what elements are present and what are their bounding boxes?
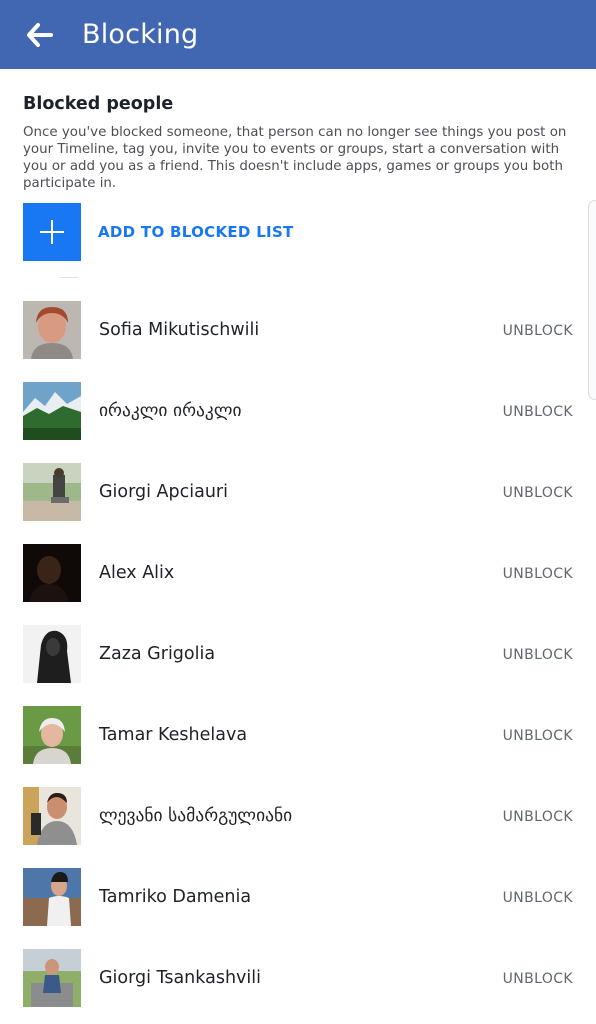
person-name: Zaza Grigolia xyxy=(99,644,216,664)
unblock-button[interactable]: UNBLOCK xyxy=(503,728,573,744)
list-item: Tamriko Damenia UNBLOCK xyxy=(0,868,596,949)
add-to-blocked-list-button[interactable]: ADD TO BLOCKED LIST xyxy=(23,203,583,261)
avatar xyxy=(23,301,81,359)
unblock-button[interactable]: UNBLOCK xyxy=(503,971,573,987)
unblock-button[interactable]: UNBLOCK xyxy=(503,404,573,420)
section-title: Blocked people xyxy=(23,94,174,114)
divider xyxy=(60,277,78,278)
app-bar: Blocking xyxy=(0,0,596,69)
avatar xyxy=(23,382,81,440)
avatar xyxy=(23,625,81,683)
avatar xyxy=(23,463,81,521)
person-name: Tamriko Damenia xyxy=(99,887,252,907)
list-item: ლევანი სამარგულიანი UNBLOCK xyxy=(0,787,596,868)
person-name: Sofia Mikutischwili xyxy=(99,320,260,340)
add-tile xyxy=(23,203,81,261)
person-name: Giorgi Apciauri xyxy=(99,482,228,502)
avatar xyxy=(23,868,81,926)
unblock-button[interactable]: UNBLOCK xyxy=(503,809,573,825)
plus-icon xyxy=(40,220,64,244)
section-description: Once you've blocked someone, that person… xyxy=(23,125,567,191)
avatar xyxy=(23,787,81,845)
person-name: Alex Alix xyxy=(99,563,175,583)
list-item: Giorgi Apciauri UNBLOCK xyxy=(0,463,596,544)
unblock-button[interactable]: UNBLOCK xyxy=(503,485,573,501)
page-title: Blocking xyxy=(82,19,199,50)
arrow-left-icon xyxy=(27,23,53,47)
list-item: ირაკლი ირაკლი UNBLOCK xyxy=(0,382,596,463)
list-item: Zaza Grigolia UNBLOCK xyxy=(0,625,596,706)
unblock-button[interactable]: UNBLOCK xyxy=(503,647,573,663)
add-button-label: ADD TO BLOCKED LIST xyxy=(98,223,294,241)
list-item: Giorgi Tsankashvili UNBLOCK xyxy=(0,949,596,1024)
blocked-list: Sofia Mikutischwili UNBLOCK ირაკლი ირაკლ… xyxy=(0,301,596,1024)
list-item: Tamar Keshelava UNBLOCK xyxy=(0,706,596,787)
list-item: Alex Alix UNBLOCK xyxy=(0,544,596,625)
unblock-button[interactable]: UNBLOCK xyxy=(503,566,573,582)
unblock-button[interactable]: UNBLOCK xyxy=(503,323,573,339)
person-name: ირაკლი ირაკლი xyxy=(99,401,242,421)
person-name: Tamar Keshelava xyxy=(99,725,248,745)
avatar xyxy=(23,949,81,1007)
avatar xyxy=(23,706,81,764)
list-item: Sofia Mikutischwili UNBLOCK xyxy=(0,301,596,382)
unblock-button[interactable]: UNBLOCK xyxy=(503,890,573,906)
avatar xyxy=(23,544,81,602)
person-name: ლევანი სამარგულიანი xyxy=(99,806,293,826)
back-button[interactable] xyxy=(22,18,58,52)
person-name: Giorgi Tsankashvili xyxy=(99,968,261,988)
